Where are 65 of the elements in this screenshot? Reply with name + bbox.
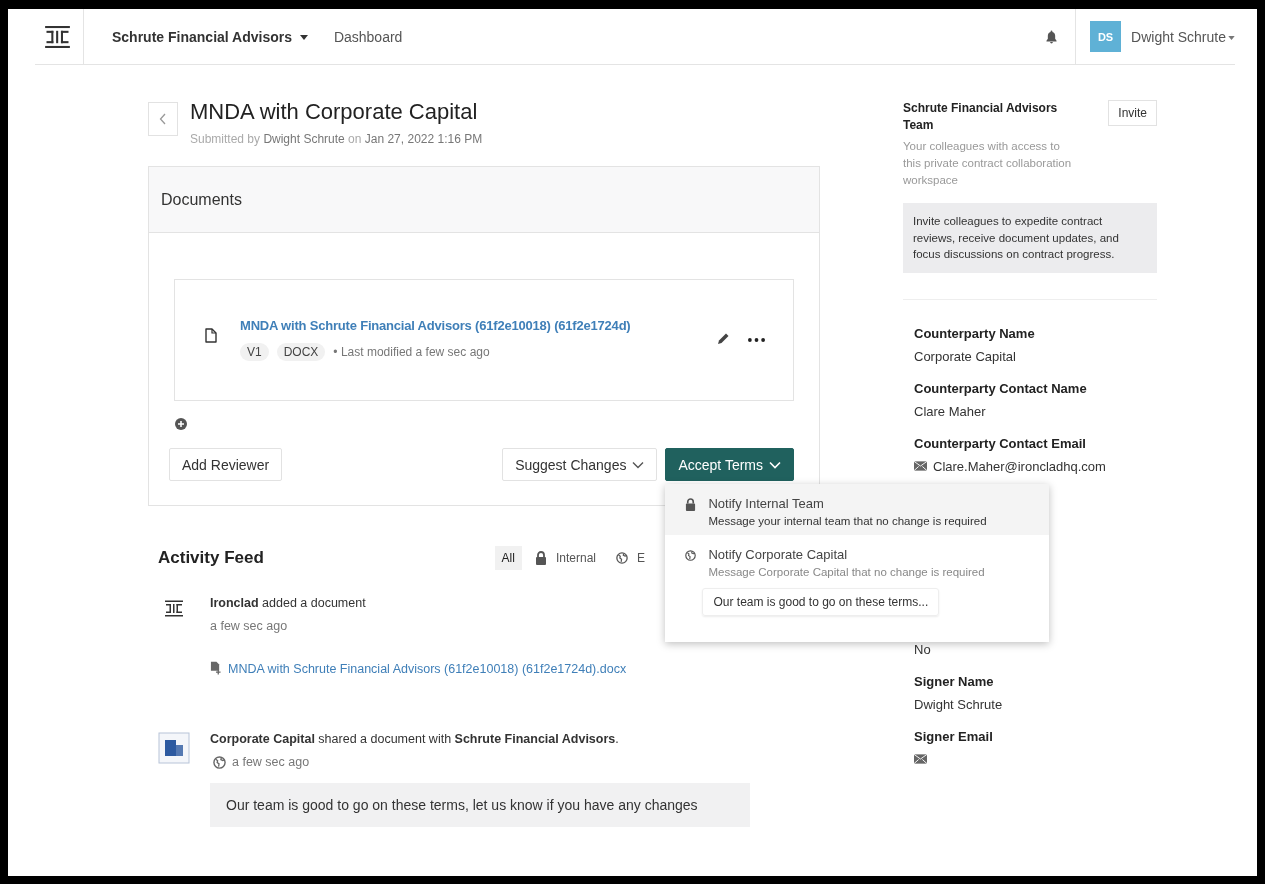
attachment-link[interactable]: MNDA with Schrute Financial Advisors (61f2e10018) (61f2e1724d).docx: [228, 661, 627, 676]
invite-button[interactable]: Invite: [1108, 100, 1157, 126]
version-tag: DOCX: [276, 343, 326, 361]
field-value: No: [914, 641, 931, 657]
chevron-down-icon: [769, 460, 781, 469]
suggest-changes-button[interactable]: Suggest Changes: [502, 448, 658, 481]
field-value: Clare Maher: [914, 403, 986, 419]
document-link[interactable]: MNDA with Schrute Financial Advisors (61f2e10018) (61f2e1724d): [240, 318, 631, 333]
invite-tip: Invite colleagues to expedite contract reviews, receive document updates, and focus discussions on contract progress.: [903, 203, 1157, 273]
page-title: MNDA with Corporate Capital: [190, 98, 479, 126]
document-icon: [205, 328, 217, 343]
activity-text: Ironclad added a document: [210, 596, 366, 610]
globe-icon: [685, 549, 697, 562]
field-label: Counterparty Contact Name: [914, 380, 1088, 396]
team-description: Your colleagues with access to this private contract collaboration workspace: [903, 139, 1073, 188]
globe-icon: [616, 551, 628, 565]
field-label: Signer Name: [914, 673, 995, 689]
dashboard-link[interactable]: Dashboard: [333, 28, 403, 45]
add-reviewer-button[interactable]: Add Reviewer: [169, 448, 283, 481]
chevron-down-icon: [632, 460, 645, 469]
option-title: Notify Corporate Capital: [708, 547, 848, 562]
chevron-left-icon: [159, 113, 167, 125]
option-title: Notify Internal Team: [708, 496, 824, 511]
field-value: Corporate Capital: [914, 348, 1016, 364]
lock-icon: [685, 498, 697, 511]
field-label: Counterparty Contact Email: [914, 435, 1087, 451]
mail-icon: [914, 461, 927, 471]
more-icon[interactable]: [748, 338, 765, 342]
field-label: Signer Email: [914, 728, 994, 744]
documents-heading: Documents: [161, 190, 242, 209]
building-icon: [158, 732, 190, 764]
document-add-icon: [210, 661, 221, 676]
modified-time: • Last modified a few sec ago: [333, 345, 490, 359]
field-value: Dwight Schrute: [914, 696, 1003, 712]
activity-text: Corporate Capital shared a document with Schrute Financial Advisors.: [210, 732, 619, 746]
accept-terms-button[interactable]: Accept Terms: [665, 448, 794, 481]
filter-tab[interactable]: E: [609, 546, 652, 570]
globe-icon: [213, 755, 226, 769]
activity-feed-heading: Activity Feed: [158, 548, 264, 568]
filter-tab[interactable]: Internal: [527, 546, 603, 570]
filter-tab[interactable]: All: [494, 546, 522, 570]
caret-icon: [299, 35, 308, 41]
logo-icon[interactable]: [45, 25, 70, 48]
option-description: Message your internal team that no change is required: [708, 515, 987, 527]
menu-option[interactable]: Notify Corporate Capital Message Corporate Capital that no change is required Our team is good to go on these terms...: [665, 535, 1050, 624]
team-title: Schrute Financial Advisors Team: [903, 100, 1059, 134]
submitted-info: Submitted by Dwight Schrute on Jan 27, 2022 1:16 PM: [190, 132, 483, 146]
activity-time: a few sec ago: [210, 619, 288, 633]
pencil-icon[interactable]: [716, 332, 730, 346]
bell-icon[interactable]: [1046, 29, 1058, 44]
menu-option[interactable]: Notify Internal Team Message your internal team that no change is required: [665, 484, 1050, 535]
caret-icon: [1228, 35, 1235, 40]
add-icon[interactable]: [175, 418, 187, 430]
message-preview[interactable]: Our team is good to go on these terms...: [702, 588, 940, 616]
field-value: Clare.Maher@ironcladhq.com: [933, 458, 1106, 474]
lock-icon: [534, 551, 547, 565]
option-description: Message Corporate Capital that no change is required: [708, 566, 985, 578]
message-bubble: Our team is good to go on these terms, let us know if you have any changes: [210, 783, 750, 827]
version-tag: V1: [240, 343, 269, 361]
logo-icon: [165, 600, 183, 617]
user-menu[interactable]: Dwight Schrute: [1131, 28, 1235, 45]
mail-icon: [914, 754, 927, 764]
organization-dropdown[interactable]: Schrute Financial Advisors: [112, 28, 308, 45]
activity-time: a few sec ago: [232, 755, 310, 769]
field-label: Counterparty Name: [914, 325, 1036, 341]
